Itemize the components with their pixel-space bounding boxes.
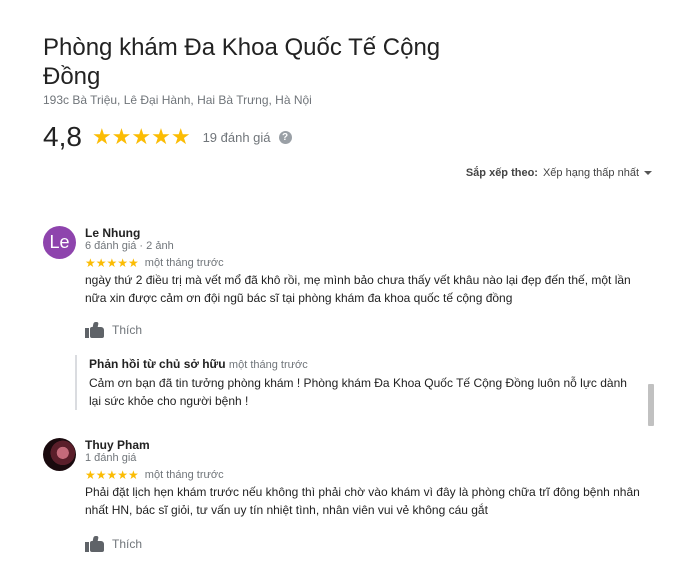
owner-reply-header: Phản hồi từ chủ sở hữu một tháng trước [89, 357, 635, 371]
owner-reply-label: Phản hồi từ chủ sở hữu [89, 357, 226, 371]
owner-reply-time: một tháng trước [228, 359, 308, 371]
owner-reply: Phản hồi từ chủ sở hữu một tháng trước C… [75, 355, 635, 410]
review-text: ngày thứ 2 điều trị mà vết mổ đã khô rồi… [85, 273, 631, 305]
sort-dropdown[interactable]: Sắp xếp theo: Xếp hạng thấp nhất [466, 167, 652, 179]
review-time: một tháng trước [144, 469, 224, 481]
review-stars-icon: ★★★★★ [85, 468, 139, 482]
review-item: Thuy Pham 1 đánh giá ★★★★★ một tháng trư… [43, 438, 643, 558]
review-stars-icon: ★★★★★ [85, 256, 139, 270]
like-label[interactable]: Thích [112, 323, 142, 337]
rating-value: 4,8 [43, 121, 82, 152]
rating-stars-icon: ★★★★★ [91, 124, 191, 149]
like-label[interactable]: Thích [112, 537, 142, 551]
sort-label: Sắp xếp theo: [465, 167, 538, 179]
caret-down-icon[interactable] [644, 171, 652, 175]
avatar[interactable]: Le [43, 226, 76, 259]
like-button[interactable]: Thích [85, 322, 142, 338]
reviewer-meta: 1 đánh giá [85, 452, 137, 464]
review-count-link[interactable]: 19 đánh giá [203, 130, 271, 145]
owner-reply-text: Cảm ơn bạn đã tin tưởng phòng khám ! Phò… [89, 376, 627, 408]
rating-summary: 4,8 ★★★★★ 19 đánh giá ? [43, 120, 292, 154]
thumbs-up-icon[interactable] [85, 536, 105, 552]
review-text: Phải đặt lịch hẹn khám trước nếu không t… [85, 485, 640, 517]
scrollbar-thumb[interactable] [648, 384, 654, 426]
help-icon[interactable]: ? [278, 130, 292, 144]
review-time: một tháng trước [144, 257, 224, 269]
thumbs-up-icon[interactable] [85, 322, 105, 338]
review-rating: ★★★★★ một tháng trước [85, 468, 224, 482]
like-button[interactable]: Thích [85, 536, 142, 552]
reviewer-name[interactable]: Thuy Pham [85, 438, 150, 452]
place-address: 193c Bà Triệu, Lê Đại Hành, Hai Bà Trưng… [43, 93, 312, 107]
review-item: Le Le Nhung 6 đánh giá · 2 ảnh ★★★★★ một… [43, 226, 643, 346]
reviewer-name[interactable]: Le Nhung [85, 226, 140, 240]
place-title: Phòng khám Đa Khoa Quốc Tế Cộng Đồng [43, 34, 441, 90]
review-rating: ★★★★★ một tháng trước [85, 256, 224, 270]
sort-value[interactable]: Xếp hạng thấp nhất [543, 167, 639, 179]
avatar[interactable] [43, 438, 76, 471]
reviewer-meta: 6 đánh giá · 2 ảnh [85, 240, 174, 252]
